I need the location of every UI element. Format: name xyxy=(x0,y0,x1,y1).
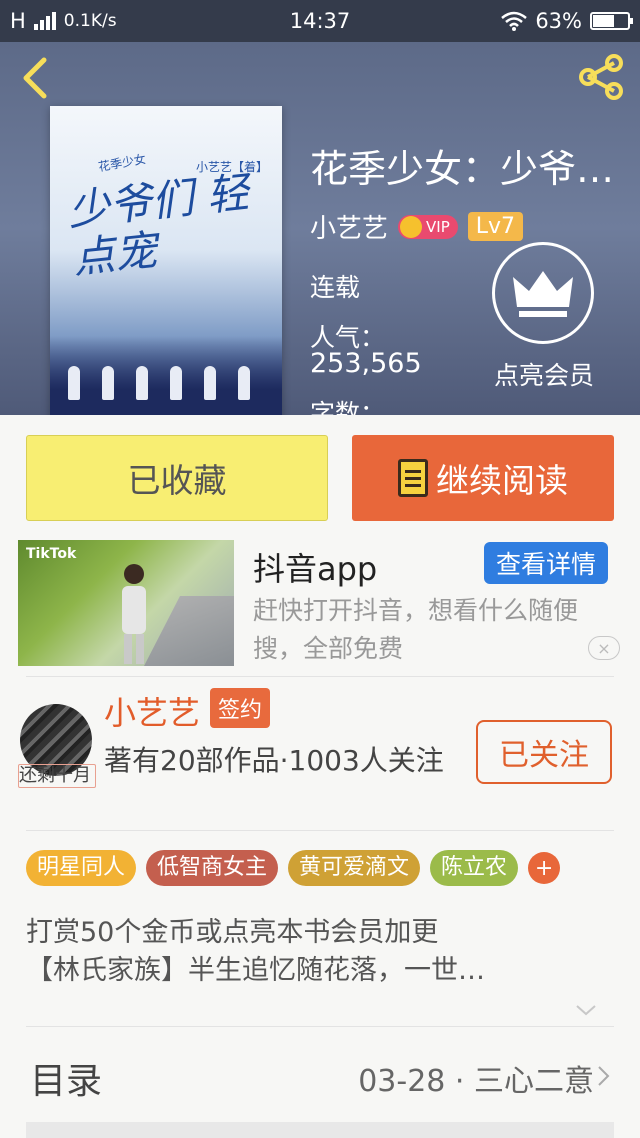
cover-figure xyxy=(68,366,80,400)
battery-fill xyxy=(593,15,615,27)
word-count-label: 字数： xyxy=(310,399,386,415)
cover-series: 花季少女 xyxy=(97,151,147,175)
continue-reading-label: 继续阅读 xyxy=(436,461,568,500)
toc-row[interactable]: 目录 03-28 · 三心二意 xyxy=(0,1030,640,1122)
avatar-caption: 还剩十月 xyxy=(18,764,96,788)
chevron-right-icon xyxy=(598,1066,610,1086)
level-badge: Lv7 xyxy=(467,212,524,241)
cover-figure xyxy=(102,366,114,400)
continue-reading-button[interactable]: 继续阅读 xyxy=(352,435,614,521)
divider xyxy=(26,676,614,677)
battery-percent: 63% xyxy=(535,9,582,33)
author-name[interactable]: 小艺艺 xyxy=(104,688,200,734)
battery-icon xyxy=(590,12,633,30)
back-icon[interactable] xyxy=(18,56,50,100)
ad-description: 赶快打开抖音，想看什么随便搜，全部免费 xyxy=(253,596,579,663)
action-bar: 已收藏 继续阅读 xyxy=(0,415,640,525)
tag[interactable]: 低智商女主 xyxy=(146,850,279,886)
tag[interactable]: 陈立农 xyxy=(430,850,519,886)
status-right: 63% xyxy=(501,9,633,33)
add-tag-button[interactable]: + xyxy=(528,852,561,884)
ad-banner[interactable]: TikTok 抖音app 查看详情 赶快打开抖音，想看什么随便搜，全部免费 × xyxy=(0,532,640,672)
vip-label: VIP xyxy=(426,217,450,236)
divider xyxy=(26,1026,614,1027)
book-intro[interactable]: 打赏50个金币或点亮本书会员加更 【林氏家族】半生追忆随花落，一世… xyxy=(26,914,614,990)
favorite-button[interactable]: 已收藏 xyxy=(26,435,328,521)
member-label[interactable]: 点亮会员 xyxy=(474,356,614,392)
favorite-label: 已收藏 xyxy=(127,461,227,500)
ad-road xyxy=(144,596,234,666)
author-stats: 著有20部作品·1003人关注 xyxy=(104,744,444,777)
toc-title: 目录 xyxy=(30,1061,103,1102)
intro-line: 打赏50个金币或点亮本书会员加更 xyxy=(26,917,439,948)
author-section: 还剩十月 小艺艺 签约 著有20部作品·1003人关注 已关注 xyxy=(0,680,640,830)
latest-chapter: 03-28 · 三心二意 xyxy=(358,1064,594,1099)
popularity-value: 253,565 xyxy=(310,348,422,379)
cover-figure xyxy=(238,366,250,400)
next-section-edge xyxy=(26,1122,614,1138)
book-author[interactable]: 小艺艺 xyxy=(310,208,388,245)
book-title: 花季少女：少爷… xyxy=(310,147,615,191)
crown-icon[interactable] xyxy=(492,242,594,344)
cover-title: 少爷们 轻点宠 xyxy=(65,167,251,283)
book-icon xyxy=(398,459,428,497)
cover-figure xyxy=(136,366,148,400)
ad-person xyxy=(122,564,146,664)
cover-figure xyxy=(170,366,182,400)
follow-button[interactable]: 已关注 xyxy=(476,720,612,784)
ad-title: 抖音app xyxy=(253,550,378,588)
wifi-icon xyxy=(501,11,528,31)
ad-details-button[interactable]: 查看详情 xyxy=(484,542,608,584)
book-header: 花季少女 小艺艺【着】 少爷们 轻点宠 花季少女：少爷… 小艺艺 VIP Lv7… xyxy=(0,42,640,415)
ad-image[interactable]: TikTok xyxy=(18,540,234,666)
tag-list: 明星同人 低智商女主 黄可爱滴文 陈立农 + xyxy=(26,850,561,886)
author-row: 小艺艺 VIP Lv7 xyxy=(310,208,524,245)
close-icon[interactable]: × xyxy=(588,636,620,660)
vip-crown-icon xyxy=(400,215,423,238)
share-icon[interactable] xyxy=(576,54,626,100)
vip-badge: VIP xyxy=(398,214,458,239)
signed-badge: 签约 xyxy=(210,688,271,728)
chevron-down-icon[interactable] xyxy=(574,998,598,1022)
serial-status: 连载 xyxy=(310,273,361,302)
cover-figure xyxy=(204,366,216,400)
tag[interactable]: 明星同人 xyxy=(26,850,137,886)
divider xyxy=(26,830,614,831)
book-cover[interactable]: 花季少女 小艺艺【着】 少爷们 轻点宠 xyxy=(50,106,282,415)
tiktok-logo: TikTok xyxy=(26,546,77,562)
status-bar: H 0.1K/s 14:37 63% xyxy=(0,0,640,42)
intro-line: 【林氏家族】半生追忆随花落，一世… xyxy=(26,955,485,986)
tag[interactable]: 黄可爱滴文 xyxy=(288,850,421,886)
